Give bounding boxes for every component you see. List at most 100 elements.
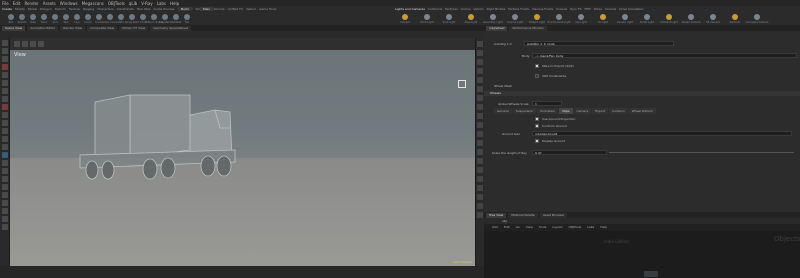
shelf-tab-6[interactable]: Rigging xyxy=(83,7,94,12)
shelf-tab-14[interactable]: Unified FX xyxy=(228,7,243,12)
right-tool-10[interactable] xyxy=(477,131,483,137)
right-tool-3[interactable] xyxy=(477,68,483,74)
network-path[interactable]: obj xyxy=(502,219,507,223)
network-menu-3[interactable]: View xyxy=(526,225,533,229)
shelf-tab-right-13[interactable]: Drive Simulation xyxy=(619,7,644,12)
right-tool-9[interactable] xyxy=(477,122,483,128)
left-tool-21[interactable] xyxy=(1,208,8,214)
left-tool-15[interactable] xyxy=(1,160,8,166)
shelf-tab-right-12[interactable]: Crowds xyxy=(605,7,616,12)
shelf-tab-7[interactable]: Characters xyxy=(97,7,113,12)
shelf-tool-right-8[interactable]: Sky Light xyxy=(574,14,588,25)
shelf-tool-right-1[interactable]: Point Light xyxy=(420,14,434,25)
right-tool-11[interactable] xyxy=(477,140,483,146)
shelf-tab-right-1[interactable]: Collisions xyxy=(428,7,442,12)
right-tool-6[interactable] xyxy=(477,95,483,101)
menu-item-5[interactable]: Megascans xyxy=(82,1,104,6)
constraints-checkbox[interactable] xyxy=(535,74,539,78)
shelf-tool-right-6[interactable]: Distant Light xyxy=(529,14,545,25)
shelf-tool-right-0[interactable]: Camera xyxy=(398,14,412,25)
left-tool-1[interactable] xyxy=(1,48,8,54)
right-tool-0[interactable] xyxy=(477,41,483,47)
ray-scale-slider[interactable] xyxy=(609,152,794,153)
shelf-tab-right-10[interactable]: FEM xyxy=(585,7,591,12)
right-tool-19[interactable] xyxy=(477,212,483,218)
left-tool-20[interactable] xyxy=(1,200,8,206)
shelf-tool-right-13[interactable]: Stereo Camera xyxy=(682,14,700,25)
node-name-field[interactable]: AutoRig_1_0_node xyxy=(524,41,674,46)
right-tool-13[interactable] xyxy=(477,158,483,164)
network-menu-8[interactable]: Help xyxy=(600,225,607,229)
shelf-tab-right-5[interactable]: Rigid Bodies xyxy=(487,7,506,12)
shelf-tab-right-11[interactable]: Wires xyxy=(594,7,602,12)
network-menu-4[interactable]: Tools xyxy=(539,225,546,229)
shelf-tab-right-0[interactable]: Lights and Cameras xyxy=(395,7,425,12)
menu-item-9[interactable]: Labs xyxy=(157,1,166,6)
left-tool-7[interactable] xyxy=(1,96,8,102)
network-menu-5[interactable]: Layout xyxy=(552,225,562,229)
network-menu-2[interactable]: Go xyxy=(516,225,520,229)
right-tool-4[interactable] xyxy=(477,77,483,83)
right-tool-12[interactable] xyxy=(477,149,483,155)
ground-geo-field[interactable]: /obj/geo1/null1 xyxy=(532,131,792,136)
shelf-tool-right-12[interactable]: Ambient Light xyxy=(660,14,678,25)
right-tool-18[interactable] xyxy=(477,203,483,209)
subtab-4[interactable]: Camera xyxy=(573,108,592,114)
right-tool-1[interactable] xyxy=(477,50,483,56)
shelf-tool-16[interactable]: File xyxy=(180,14,194,25)
network-menu-7[interactable]: Labs xyxy=(587,225,594,229)
subtab-1[interactable]: Suspension xyxy=(512,108,536,114)
shelf-tab-10[interactable]: Guide Process xyxy=(153,7,174,12)
shelf-tool-right-14[interactable]: VR Camera xyxy=(706,14,720,25)
shelf-tool-right-10[interactable]: Caustic Light xyxy=(617,14,633,25)
left-tool-14[interactable] xyxy=(1,152,8,158)
left-tool-18[interactable] xyxy=(1,184,8,190)
menu-item-6[interactable]: OBJTools xyxy=(108,1,125,6)
left-tool-10[interactable] xyxy=(1,120,8,126)
left-tool-6[interactable] xyxy=(1,88,8,94)
scene-viewport[interactable]: View Auto Update xyxy=(10,50,475,266)
left-tool-23[interactable] xyxy=(1,224,8,230)
shelf-tab-right-6[interactable]: Particle Fluids xyxy=(508,7,529,12)
shelf-tab-right-3[interactable]: Grains xyxy=(461,7,471,12)
shelf-tool-right-4[interactable]: Geometry Light xyxy=(483,14,503,25)
right-tool-5[interactable] xyxy=(477,86,483,92)
wheels-scale-field[interactable]: 1 xyxy=(532,101,562,106)
wheels-section[interactable]: Wheels xyxy=(484,91,800,96)
menu-item-0[interactable]: File xyxy=(2,1,9,6)
display-ground-checkbox[interactable] xyxy=(535,139,539,143)
left-tool-3[interactable] xyxy=(1,64,8,70)
right-tool-2[interactable] xyxy=(477,59,483,65)
timeline[interactable] xyxy=(0,266,484,278)
shelf-tool-right-16[interactable]: Gamepad Camera xyxy=(746,14,768,25)
menu-item-2[interactable]: Render xyxy=(24,1,38,6)
menu-item-7[interactable]: qLib xyxy=(129,1,137,6)
right-tool-15[interactable] xyxy=(477,176,483,182)
shelf-tab-0[interactable]: Create xyxy=(2,7,12,12)
right-tool-16[interactable] xyxy=(477,185,483,191)
left-tool-16[interactable] xyxy=(1,168,8,174)
network-canvas[interactable]: Indie Edition Objects xyxy=(484,231,800,278)
left-tool-2[interactable] xyxy=(1,56,8,62)
menu-item-8[interactable]: V-Ray xyxy=(141,1,152,6)
left-tool-0[interactable] xyxy=(1,40,8,46)
network-menu-0[interactable]: Add xyxy=(492,225,498,229)
body-path-field[interactable]: ../../geo1/Fan_body xyxy=(532,53,797,58)
shelf-tab-right-4[interactable]: Vellum xyxy=(473,7,483,12)
subtab-7[interactable]: Wheel Deform xyxy=(628,108,657,114)
network-menu-1[interactable]: Edit xyxy=(504,225,510,229)
left-tool-5[interactable] xyxy=(1,80,8,86)
shelf-tool-right-2[interactable]: Spot Light xyxy=(442,14,456,25)
subtab-0[interactable]: General xyxy=(494,108,512,114)
left-tool-19[interactable] xyxy=(1,192,8,198)
shelf-tool-right-11[interactable]: Portal Light xyxy=(640,14,654,25)
subtab-5[interactable]: Export xyxy=(592,108,609,114)
menu-item-1[interactable]: Edit xyxy=(13,1,21,6)
shelf-tab-right-7[interactable]: Viscous Fluids xyxy=(532,7,553,12)
shelf-tool-right-7[interactable]: Environment Light xyxy=(548,14,571,25)
left-tool-13[interactable] xyxy=(1,144,8,150)
shelf-tab-3[interactable]: Polygon xyxy=(40,7,52,12)
viewport-toolbar-btn-3[interactable] xyxy=(38,41,44,47)
right-tool-8[interactable] xyxy=(477,113,483,119)
left-tool-22[interactable] xyxy=(1,216,8,222)
